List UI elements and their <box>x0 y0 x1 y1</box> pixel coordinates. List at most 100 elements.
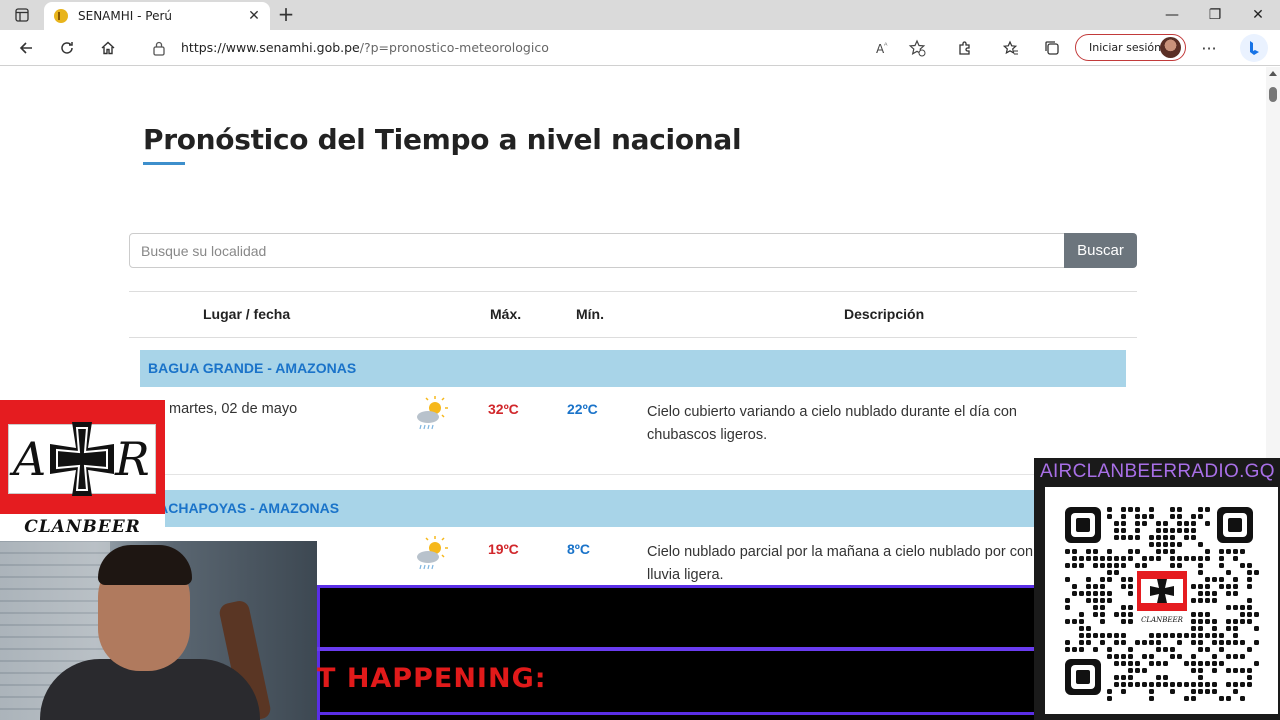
qr-module <box>1079 619 1084 624</box>
collections-button[interactable] <box>1040 36 1064 60</box>
qr-module <box>1184 535 1189 540</box>
restore-icon[interactable]: ❐ <box>1200 4 1230 26</box>
qr-module <box>1093 598 1098 603</box>
qr-module <box>1149 689 1154 694</box>
qr-module <box>1177 521 1182 526</box>
qr-module <box>1177 556 1182 561</box>
url-path: /?p=pronostico-meteorologico <box>359 40 549 55</box>
col-max: Máx. <box>490 306 522 322</box>
extensions-button[interactable] <box>953 36 977 60</box>
back-arrow-icon <box>19 42 32 54</box>
qr-module <box>1205 598 1210 603</box>
qr-module <box>1198 675 1203 680</box>
home-icon <box>101 41 115 55</box>
banner-rule-middle <box>317 647 1035 651</box>
qr-module <box>1107 556 1112 561</box>
qr-module <box>1240 549 1245 554</box>
qr-module <box>1191 654 1196 659</box>
qr-module <box>1191 584 1196 589</box>
qr-module <box>1121 507 1126 512</box>
qr-module <box>1219 556 1224 561</box>
col-description: Descripción <box>844 306 925 322</box>
qr-caption: CLANBEER <box>1141 616 1184 624</box>
qr-module <box>1114 633 1119 638</box>
sign-in-button[interactable]: Iniciar sesión <box>1075 34 1186 61</box>
qr-module <box>1100 619 1105 624</box>
qr-module <box>1093 549 1098 554</box>
min-temp: 8ºC <box>567 541 591 557</box>
qr-module <box>1191 689 1196 694</box>
qr-module <box>1212 689 1217 694</box>
qr-module <box>1128 682 1133 687</box>
qr-module <box>1205 682 1210 687</box>
qr-module <box>1114 521 1119 526</box>
qr-module <box>1226 668 1231 673</box>
clanbeer-logo-overlay: A R CLANBEER <box>0 400 165 540</box>
qr-module <box>1247 584 1252 589</box>
qr-module <box>1233 640 1238 645</box>
close-tab-icon[interactable]: ✕ <box>244 8 264 24</box>
search-button[interactable]: Buscar <box>1064 233 1137 268</box>
qr-module <box>1240 696 1245 701</box>
qr-module <box>1226 549 1231 554</box>
location-header[interactable]: BAGUA GRANDE - AMAZONAS <box>140 350 1126 387</box>
qr-module <box>1191 668 1196 673</box>
location-header[interactable]: HACHAPOYAS - AMAZONAS <box>140 490 1126 527</box>
minimize-icon[interactable]: — <box>1157 4 1187 26</box>
qr-module <box>1156 661 1161 666</box>
qr-module <box>1135 514 1140 519</box>
qr-module <box>1128 535 1133 540</box>
location-search-input[interactable] <box>129 233 1065 268</box>
qr-module <box>1163 675 1168 680</box>
qr-module <box>1128 605 1133 610</box>
qr-module <box>1205 556 1210 561</box>
more-menu-icon[interactable]: ··· <box>1197 36 1221 60</box>
qr-module <box>1093 591 1098 596</box>
qr-module <box>1142 521 1147 526</box>
qr-module <box>1121 584 1126 589</box>
qr-module <box>1205 661 1210 666</box>
bing-chat-button[interactable] <box>1240 34 1268 62</box>
qr-module <box>1240 619 1245 624</box>
address-bar[interactable]: https://www.senamhi.gob.pe/?p=pronostico… <box>136 33 939 63</box>
qr-module <box>1149 535 1154 540</box>
qr-module <box>1226 584 1231 589</box>
read-aloud-icon[interactable]: Aᴬ <box>874 39 892 57</box>
qr-module <box>1149 661 1154 666</box>
qr-module <box>1240 640 1245 645</box>
qr-module <box>1219 584 1224 589</box>
forecast-table: Lugar / fecha Máx. Mín. Descripción BAGU… <box>129 291 1137 615</box>
qr-module <box>1219 640 1224 645</box>
col-min: Mín. <box>576 306 604 322</box>
qr-module <box>1100 577 1105 582</box>
scroll-thumb[interactable] <box>1269 87 1277 102</box>
qr-module <box>1177 507 1182 512</box>
close-window-icon[interactable]: ✕ <box>1243 4 1273 26</box>
qr-module <box>1254 612 1259 617</box>
qr-module <box>1065 605 1070 610</box>
tab-actions-button[interactable] <box>12 6 32 24</box>
qr-module <box>1205 612 1210 617</box>
qr-module <box>1184 696 1189 701</box>
qr-module <box>1156 640 1161 645</box>
refresh-button[interactable] <box>55 36 79 60</box>
qr-module <box>1135 521 1140 526</box>
qr-module <box>1114 640 1119 645</box>
qr-module <box>1212 619 1217 624</box>
qr-module <box>1114 661 1119 666</box>
qr-module <box>1107 696 1112 701</box>
cam-person-hair <box>98 545 192 585</box>
logo-caption: CLANBEER <box>0 514 165 540</box>
qr-module <box>1086 626 1091 631</box>
favorite-star-icon[interactable] <box>908 39 926 57</box>
tab-senamhi[interactable]: SENAMHI - Perú ✕ <box>44 2 270 30</box>
new-tab-button[interactable]: + <box>276 4 296 26</box>
qr-module <box>1205 507 1210 512</box>
qr-module <box>1198 640 1203 645</box>
qr-module <box>1177 640 1182 645</box>
home-button[interactable] <box>96 36 120 60</box>
qr-module <box>1121 535 1126 540</box>
scroll-up-icon[interactable] <box>1269 71 1277 76</box>
favorites-button[interactable] <box>999 36 1023 60</box>
back-button[interactable] <box>14 36 38 60</box>
